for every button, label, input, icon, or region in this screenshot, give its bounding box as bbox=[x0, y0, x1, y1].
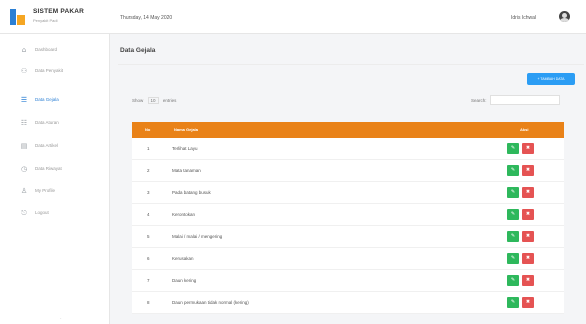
sidebar-item-data-gejala[interactable]: ☰ Data Gejala bbox=[0, 93, 110, 109]
history-icon: ◷ bbox=[20, 165, 28, 173]
edit-button[interactable]: ✎ bbox=[507, 143, 519, 154]
sidebar-item-label: My Profile bbox=[35, 188, 56, 193]
column-header-action: Aksi bbox=[520, 127, 529, 132]
symptom-name: Kerontokan bbox=[172, 212, 196, 217]
rules-icon: ☷ bbox=[20, 119, 28, 127]
divider bbox=[118, 64, 584, 65]
symptom-name: Mata tanaman bbox=[172, 168, 201, 173]
table-row: 1 Terlihat Layu ✎ ✖ bbox=[132, 138, 564, 160]
entries-select[interactable]: 10 bbox=[147, 97, 159, 104]
row-number: 2 bbox=[147, 168, 150, 173]
row-number: 8 bbox=[147, 300, 150, 305]
sidebar-item-data-artikel[interactable]: ▤ Data Artikel bbox=[0, 139, 110, 155]
top-bar: SISTEM PAKAR Penyakit Padi Thursday, 14 … bbox=[0, 0, 586, 34]
avatar[interactable] bbox=[559, 11, 570, 22]
edit-button[interactable]: ✎ bbox=[507, 231, 519, 242]
current-date: Thursday, 14 May 2020 bbox=[120, 15, 173, 21]
sidebar-item-label: Data Aturan bbox=[35, 120, 59, 125]
symptom-name: Malai / malai / mengering bbox=[172, 234, 223, 239]
delete-button[interactable]: ✖ bbox=[522, 297, 534, 308]
table-row: 5 Malai / malai / mengering ✎ ✖ bbox=[132, 226, 564, 248]
symptom-name: Daun kering bbox=[172, 278, 197, 283]
brand-subtitle: Penyakit Padi bbox=[33, 18, 58, 23]
symptom-name: Kerusakan bbox=[172, 256, 194, 261]
symptom-icon: ☰ bbox=[20, 96, 28, 104]
delete-button[interactable]: ✖ bbox=[522, 165, 534, 176]
delete-button[interactable]: ✖ bbox=[522, 209, 534, 220]
symptom-name: Terlihat Layu bbox=[172, 146, 198, 151]
delete-button[interactable]: ✖ bbox=[522, 187, 534, 198]
row-number: 6 bbox=[147, 256, 150, 261]
sidebar-item-data-riwayat[interactable]: ◷ Data Riwayat bbox=[0, 162, 110, 178]
sidebar-item-logout[interactable]: ⎋ Logout bbox=[0, 206, 110, 222]
table-row: 4 Kerontokan ✎ ✖ bbox=[132, 204, 564, 226]
delete-button[interactable]: ✖ bbox=[522, 253, 534, 264]
sidebar-item-my-profile[interactable]: ♙ My Profile bbox=[0, 184, 110, 200]
dashboard-icon: ⌂ bbox=[21, 46, 27, 54]
page-title: Data Gejala bbox=[120, 47, 156, 54]
sidebar-collapse-handle[interactable]: · bbox=[60, 316, 62, 322]
sidebar: ⌂ Dashboard ⚇ Data Penyakit ☰ Data Gejal… bbox=[0, 34, 110, 324]
logout-icon: ⎋ bbox=[21, 209, 27, 217]
sidebar-item-dashboard[interactable]: ⌂ Dashboard bbox=[0, 43, 110, 59]
row-number: 4 bbox=[147, 212, 150, 217]
sidebar-item-label: Logout bbox=[35, 210, 49, 215]
article-icon: ▤ bbox=[20, 142, 28, 150]
sidebar-item-label: Data Penyakit bbox=[35, 68, 64, 73]
table-row: 7 Daun kering ✎ ✖ bbox=[132, 270, 564, 292]
sidebar-item-label: Dashboard bbox=[35, 47, 58, 52]
edit-button[interactable]: ✎ bbox=[507, 253, 519, 264]
entries-control: Show 10 entries bbox=[132, 97, 176, 104]
symptom-name: Daun permukaan tidak normal (kering) bbox=[172, 300, 249, 305]
sidebar-item-data-penyakit[interactable]: ⚇ Data Penyakit bbox=[0, 64, 110, 80]
row-number: 5 bbox=[147, 234, 150, 239]
edit-button[interactable]: ✎ bbox=[507, 165, 519, 176]
sidebar-item-label: Data Artikel bbox=[35, 143, 59, 148]
delete-button[interactable]: ✖ bbox=[522, 143, 534, 154]
logo-icon bbox=[10, 9, 26, 25]
brand[interactable]: SISTEM PAKAR Penyakit Padi bbox=[10, 7, 110, 29]
user-name[interactable]: Idris Ichwal bbox=[511, 15, 536, 21]
table-row: 2 Mata tanaman ✎ ✖ bbox=[132, 160, 564, 182]
edit-button[interactable]: ✎ bbox=[507, 275, 519, 286]
main-content: Data Gejala + TAMBAH DATA Show 10 entrie… bbox=[110, 34, 586, 324]
edit-button[interactable]: ✎ bbox=[507, 187, 519, 198]
disease-icon: ⚇ bbox=[20, 67, 28, 75]
table-row: 6 Kerusakan ✎ ✖ bbox=[132, 248, 564, 270]
row-number: 3 bbox=[147, 190, 150, 195]
add-data-button[interactable]: + TAMBAH DATA bbox=[527, 73, 575, 85]
sidebar-item-label: Data Riwayat bbox=[35, 166, 62, 171]
brand-title: SISTEM PAKAR bbox=[33, 8, 85, 15]
column-header-name[interactable]: Nama Gejala bbox=[174, 122, 198, 138]
column-header-no[interactable]: No bbox=[145, 122, 150, 138]
profile-icon: ♙ bbox=[20, 187, 28, 195]
show-label: Show bbox=[132, 98, 144, 103]
table-row: 3 Pada batang busuk ✎ ✖ bbox=[132, 182, 564, 204]
sidebar-item-label: Data Gejala bbox=[35, 97, 59, 102]
edit-button[interactable]: ✎ bbox=[507, 209, 519, 220]
entries-label: entries bbox=[162, 98, 177, 103]
table-header: No Nama Gejala Aksi bbox=[132, 122, 564, 138]
row-number: 1 bbox=[147, 146, 150, 151]
symptom-name: Pada batang busuk bbox=[172, 190, 211, 195]
edit-button[interactable]: ✎ bbox=[507, 297, 519, 308]
delete-button[interactable]: ✖ bbox=[522, 275, 534, 286]
table-row: 8 Daun permukaan tidak normal (kering) ✎… bbox=[132, 292, 564, 314]
search-label: Search: bbox=[471, 98, 487, 103]
sidebar-item-data-aturan[interactable]: ☷ Data Aturan bbox=[0, 116, 110, 132]
row-number: 7 bbox=[147, 278, 150, 283]
delete-button[interactable]: ✖ bbox=[522, 231, 534, 242]
search-input[interactable] bbox=[490, 95, 560, 105]
